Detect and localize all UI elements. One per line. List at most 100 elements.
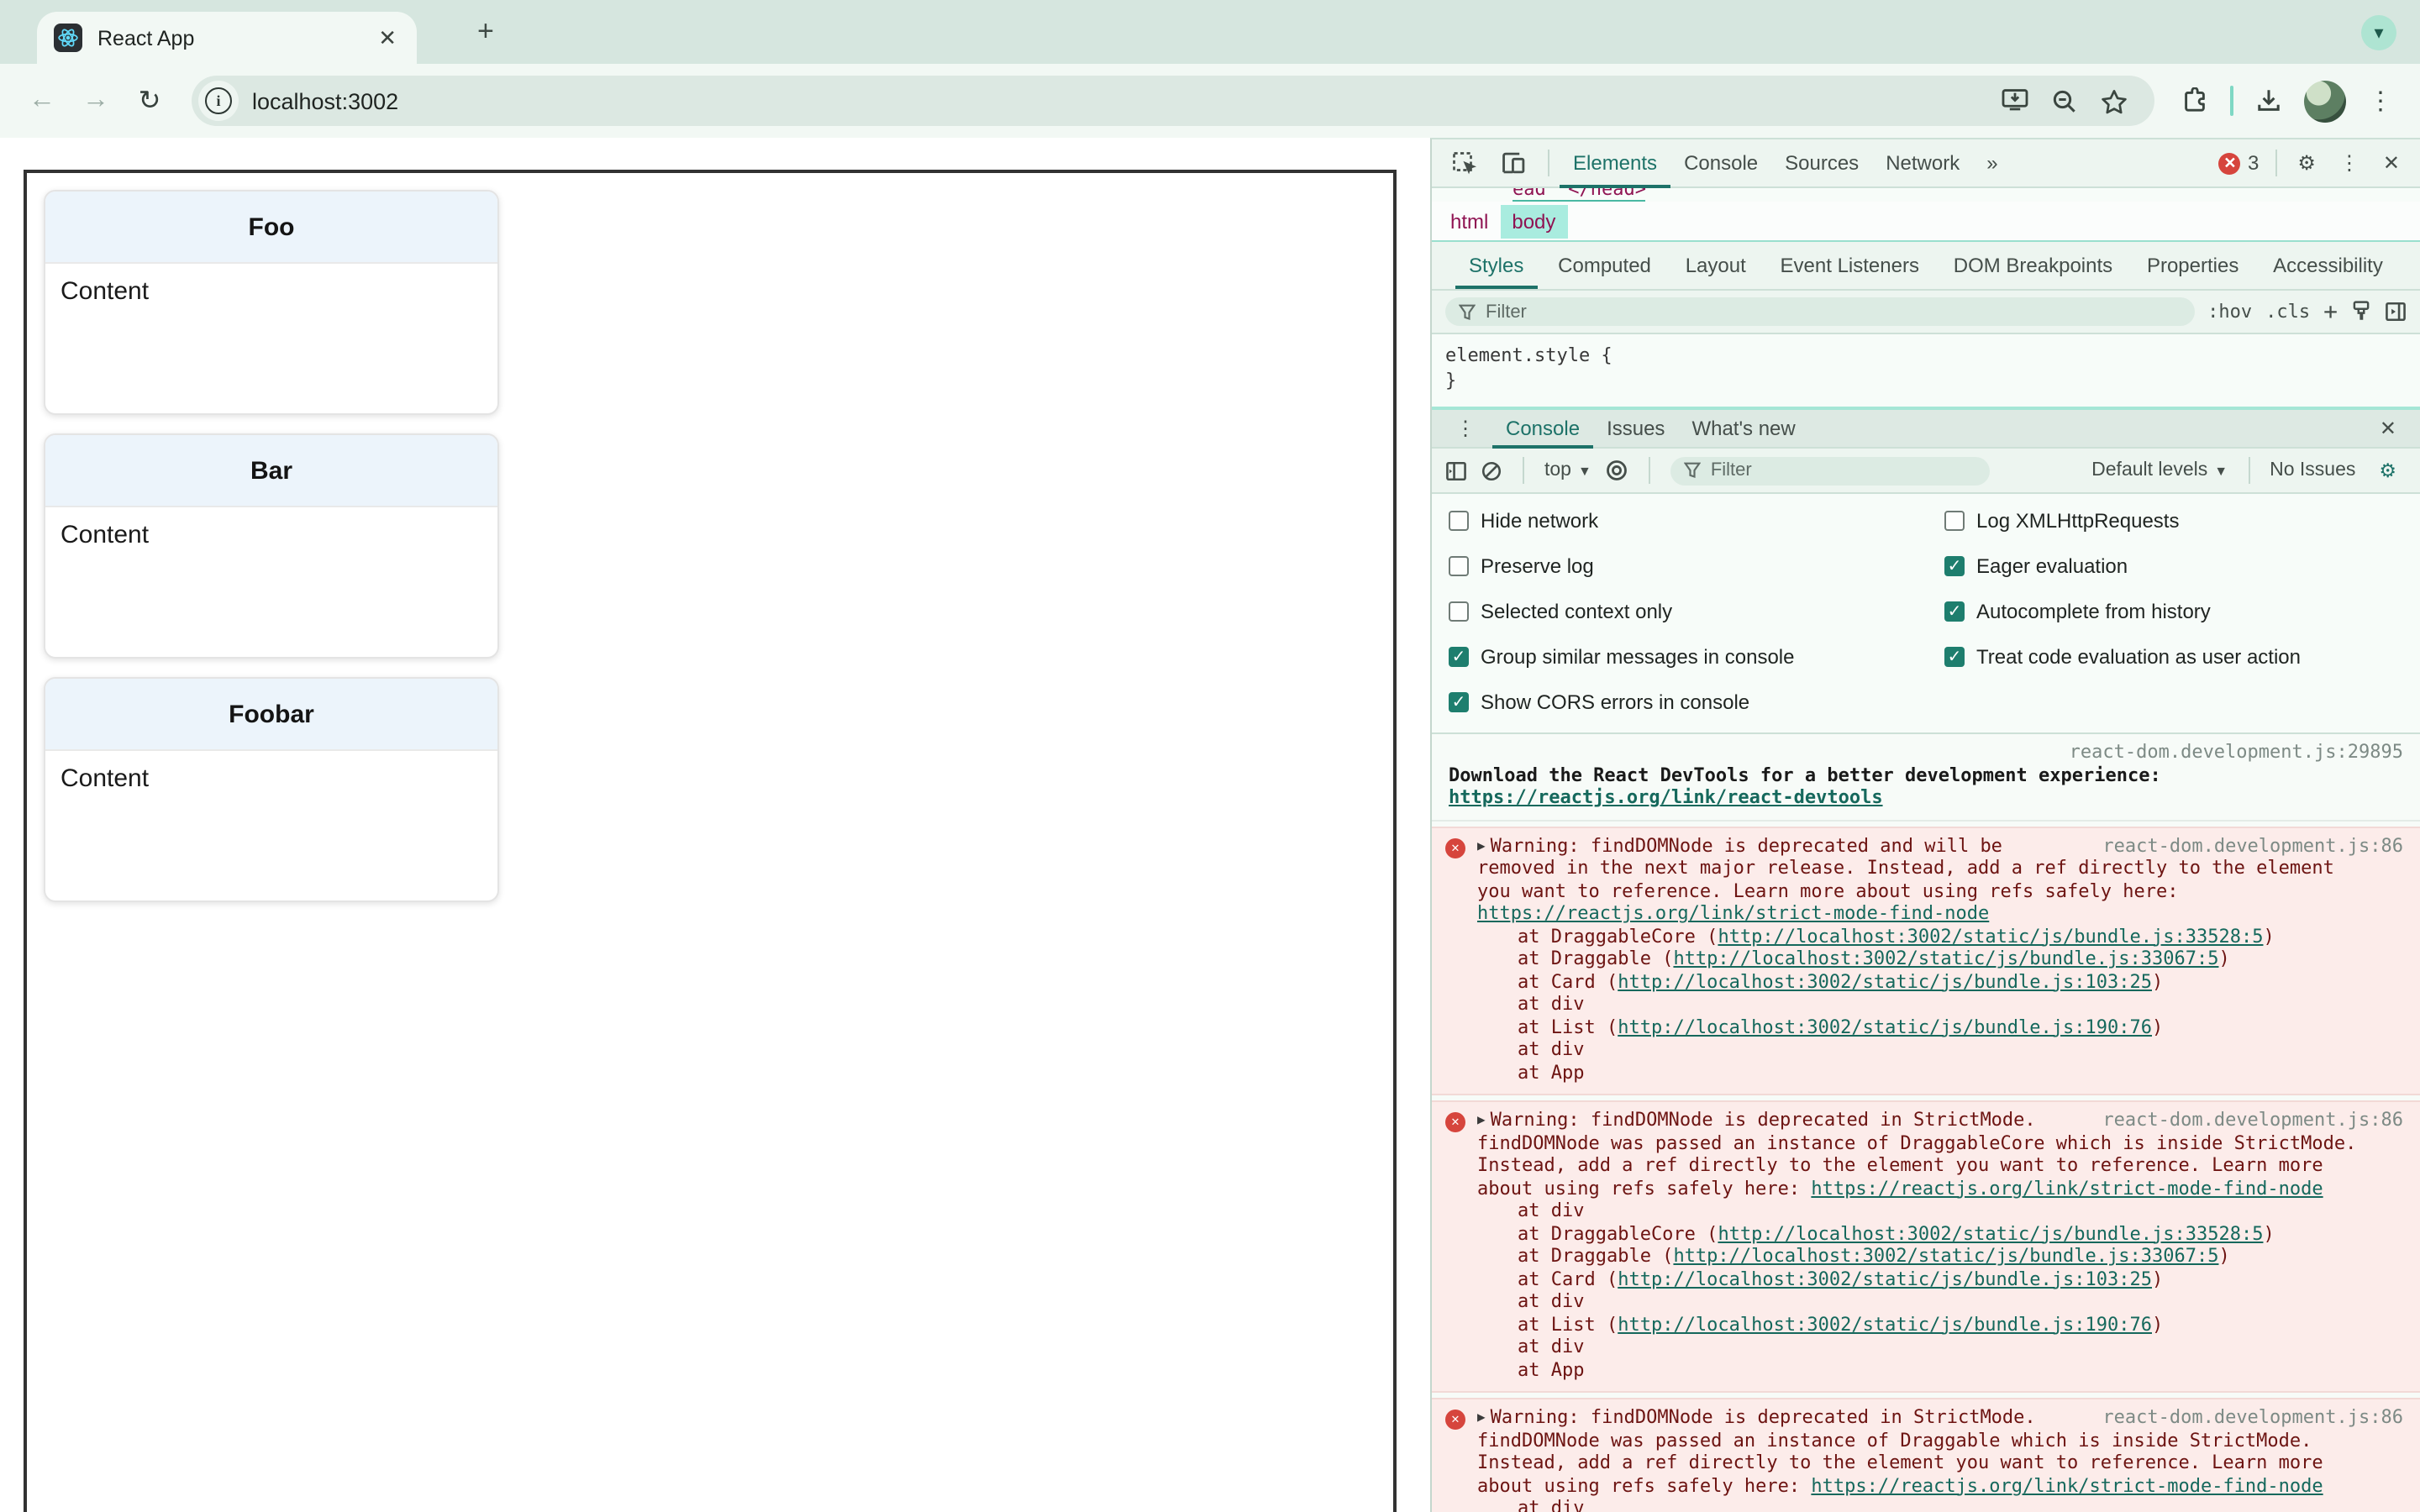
disclosure-triangle-icon[interactable]: ▶: [1477, 834, 1486, 857]
devtools-settings-gear-icon[interactable]: ⚙: [2287, 151, 2326, 175]
toggle-cls-button[interactable]: .cls: [2265, 301, 2310, 323]
drawer-tab-what-s-new[interactable]: What's new: [1678, 408, 1808, 449]
stack-source-link[interactable]: http://localhost:3002/static/js/bundle.j…: [1718, 925, 2263, 947]
back-button[interactable]: ←: [20, 79, 64, 123]
console-filter-input[interactable]: Filter: [1670, 456, 1990, 485]
toggle-hov-button[interactable]: :hov: [2207, 301, 2252, 323]
card-foobar[interactable]: Foobar Content: [44, 677, 499, 902]
warning-doc-link[interactable]: https://reactjs.org/link/strict-mode-fin…: [1811, 1474, 2323, 1496]
reload-button[interactable]: ↻: [128, 79, 171, 123]
device-toolbar-icon[interactable]: [1491, 151, 1538, 175]
clear-console-icon[interactable]: [1481, 459, 1502, 481]
inspect-element-icon[interactable]: [1442, 150, 1487, 176]
dock-sidebar-icon[interactable]: [2385, 301, 2407, 323]
console-levels-dropdown[interactable]: Default levels ▼: [2091, 460, 2228, 480]
styles-tab-dom-breakpoints[interactable]: DOM Breakpoints: [1940, 242, 2126, 289]
console-warning-message[interactable]: ✕ ▶ Warning: findDOMNode is deprecated in …: [1432, 1100, 2420, 1393]
console-sidebar-toggle-icon[interactable]: [1445, 459, 1467, 481]
devtools-close-icon[interactable]: ✕: [2373, 151, 2410, 175]
live-expression-eye-icon[interactable]: [1605, 459, 1628, 482]
stack-source-link[interactable]: http://localhost:3002/static/js/bundle.j…: [1618, 1268, 2152, 1289]
card-bar[interactable]: Bar Content: [44, 433, 499, 659]
console-error-badge[interactable]: ✕ 3: [2218, 151, 2259, 175]
unchecked-checkbox-icon[interactable]: [1449, 601, 1469, 622]
console-info-message[interactable]: react-dom.development.js:29895 Download …: [1432, 734, 2420, 821]
styles-tab-event-listeners[interactable]: Event Listeners: [1767, 242, 1933, 289]
unchecked-checkbox-icon[interactable]: [1944, 511, 1965, 531]
console-setting-preserve-log[interactable]: Preserve log: [1449, 554, 1944, 578]
clipped-head-node[interactable]: ead </head>: [1512, 188, 1646, 202]
address-bar[interactable]: i localhost:3002: [192, 76, 2154, 126]
stack-source-link[interactable]: http://localhost:3002/static/js/bundle.j…: [1618, 970, 2152, 992]
message-source-link[interactable]: react-dom.development.js:86: [2082, 1406, 2403, 1429]
disclosure-triangle-icon[interactable]: ▶: [1477, 1109, 1486, 1131]
devtools-tab-network[interactable]: Network: [1872, 139, 1973, 187]
console-setting-autocomplete-from-history[interactable]: ✓ Autocomplete from history: [1944, 600, 2403, 623]
breadcrumb-html[interactable]: html: [1439, 204, 1500, 238]
site-info-icon[interactable]: i: [198, 81, 239, 121]
stack-source-link[interactable]: http://localhost:3002/static/js/bundle.j…: [1618, 1313, 2152, 1335]
bookmark-star-icon[interactable]: [2101, 88, 2128, 113]
message-source-link[interactable]: react-dom.development.js:86: [2082, 834, 2403, 857]
warning-doc-link[interactable]: https://reactjs.org/link/strict-mode-fin…: [1811, 1177, 2323, 1199]
styles-tab-computed[interactable]: Computed: [1544, 242, 1665, 289]
url-text[interactable]: localhost:3002: [252, 88, 2002, 113]
drawer-tab-console[interactable]: Console: [1492, 408, 1593, 449]
unchecked-checkbox-icon[interactable]: [1449, 556, 1469, 576]
checked-checkbox-icon[interactable]: ✓: [1944, 647, 1965, 667]
console-context-dropdown[interactable]: top ▼: [1544, 460, 1591, 480]
card-foo[interactable]: Foo Content: [44, 190, 499, 415]
drawer-tab-issues[interactable]: Issues: [1593, 408, 1678, 449]
console-warning-message[interactable]: ✕ ▶ Warning: findDOMNode is deprecated in …: [1432, 1398, 2420, 1512]
element-style-editor[interactable]: element.style { }: [1432, 334, 2420, 408]
unchecked-checkbox-icon[interactable]: [1449, 511, 1469, 531]
styles-tab-properties[interactable]: Properties: [2133, 242, 2252, 289]
new-style-rule-button[interactable]: +: [2323, 298, 2338, 325]
stack-source-link[interactable]: http://localhost:3002/static/js/bundle.j…: [1673, 1245, 2218, 1267]
console-settings-gear-icon[interactable]: ⚙: [2369, 459, 2407, 482]
close-tab-icon[interactable]: ✕: [375, 24, 400, 51]
checked-checkbox-icon[interactable]: ✓: [1944, 601, 1965, 622]
stack-source-link[interactable]: http://localhost:3002/static/js/bundle.j…: [1618, 1016, 2152, 1037]
devtools-menu-icon[interactable]: ⋮: [2329, 151, 2370, 175]
checked-checkbox-icon[interactable]: ✓: [1944, 556, 1965, 576]
message-source-link[interactable]: react-dom.development.js:29895: [2070, 741, 2403, 764]
format-brush-icon[interactable]: [2351, 301, 2371, 323]
downloads-icon[interactable]: [2255, 87, 2282, 114]
forward-button[interactable]: →: [74, 79, 118, 123]
console-setting-eager-evaluation[interactable]: ✓ Eager evaluation: [1944, 554, 2403, 578]
extensions-puzzle-icon[interactable]: [2181, 87, 2208, 114]
console-setting-selected-context-only[interactable]: Selected context only: [1449, 600, 1944, 623]
stack-source-link[interactable]: http://localhost:3002/static/js/bundle.j…: [1673, 948, 2218, 969]
message-source-link[interactable]: react-dom.development.js:86: [2082, 1109, 2403, 1131]
console-setting-show-cors-errors-in-console[interactable]: ✓ Show CORS errors in console: [1449, 690, 1944, 714]
tab-search-chevron-icon[interactable]: ▾: [2361, 15, 2396, 50]
react-devtools-link[interactable]: https://reactjs.org/link/react-devtools: [1449, 786, 1883, 808]
drawer-menu-icon[interactable]: ⋮: [1445, 417, 1486, 440]
console-setting-hide-network[interactable]: Hide network: [1449, 509, 1944, 533]
stack-source-link[interactable]: http://localhost:3002/static/js/bundle.j…: [1718, 1222, 2263, 1244]
checked-checkbox-icon[interactable]: ✓: [1449, 692, 1469, 712]
styles-filter-input[interactable]: Filter: [1445, 297, 2195, 326]
devtools-tab-sources[interactable]: Sources: [1771, 139, 1872, 187]
warning-doc-link[interactable]: https://reactjs.org/link/strict-mode-fin…: [1477, 902, 1989, 924]
console-setting-treat-code-evaluation-as-user-action[interactable]: ✓ Treat code evaluation as user action: [1944, 645, 2403, 669]
devtools-tab-console[interactable]: Console: [1670, 139, 1771, 187]
issues-counter[interactable]: No Issues: [2270, 460, 2355, 480]
console-setting-group-similar-messages-in-console[interactable]: ✓ Group similar messages in console: [1449, 645, 1944, 669]
console-setting-log-xmlhttprequests[interactable]: Log XMLHttpRequests: [1944, 509, 2403, 533]
breadcrumb-body[interactable]: body: [1500, 204, 1568, 238]
drawer-close-icon[interactable]: ✕: [2370, 417, 2407, 440]
profile-avatar[interactable]: [2304, 80, 2346, 122]
devtools-tab-elements[interactable]: Elements: [1560, 139, 1670, 187]
styles-tab-layout[interactable]: Layout: [1672, 242, 1760, 289]
styles-tab-styles[interactable]: Styles: [1455, 242, 1537, 289]
checked-checkbox-icon[interactable]: ✓: [1449, 647, 1469, 667]
browser-menu-icon[interactable]: ⋮: [2368, 86, 2393, 116]
install-app-icon[interactable]: [2002, 89, 2028, 113]
browser-tab[interactable]: React App ✕: [37, 12, 417, 64]
zoom-out-icon[interactable]: [2052, 88, 2077, 113]
devtools-tab-[interactable]: »: [1973, 139, 2011, 187]
new-tab-button[interactable]: +: [477, 15, 494, 49]
disclosure-triangle-icon[interactable]: ▶: [1477, 1406, 1486, 1429]
